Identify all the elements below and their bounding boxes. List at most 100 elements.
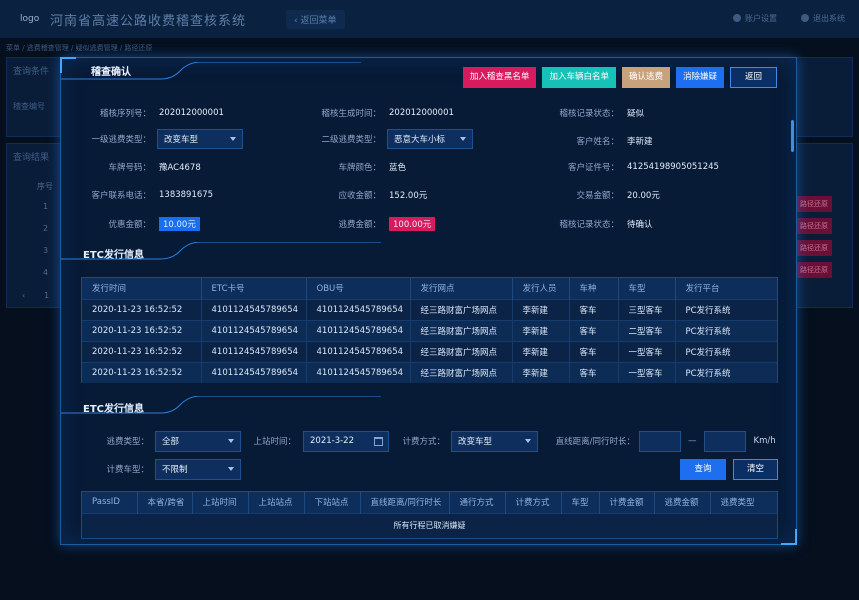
table-cell: 2020-11-23 16:52:52 bbox=[82, 340, 202, 362]
distance-from-input[interactable] bbox=[639, 430, 681, 452]
column-header: 本省/跨省 bbox=[137, 492, 193, 513]
distance-to-input[interactable] bbox=[703, 430, 746, 452]
table-cell: 一型客车 bbox=[618, 340, 676, 362]
audit-seq-field: 稽核序列号： 202012000001 bbox=[61, 104, 224, 122]
bg-path-restore-button[interactable]: 路径还原 bbox=[796, 218, 832, 234]
audit-seq-value: 202012000001 bbox=[159, 108, 224, 118]
table-row[interactable]: 2020-11-23 16:52:52 4101124545789654 410… bbox=[82, 361, 777, 383]
table-cell: 4101124545789654 bbox=[201, 340, 307, 362]
bg-page-number[interactable]: 1 bbox=[44, 291, 49, 300]
breadcrumb: 菜单 / 逃费稽查管理 / 疑似逃费管理 / 路径还原 bbox=[6, 44, 153, 52]
table-cell: 4101124545789654 bbox=[306, 319, 411, 341]
column-header: 车型 bbox=[618, 278, 676, 299]
board-time-label: 上站时间： bbox=[253, 437, 296, 447]
customer-name-field: 客户姓名： 李新建 bbox=[527, 132, 653, 150]
back-to-menu-button[interactable]: ‹ 返回菜单 bbox=[286, 9, 345, 29]
confirm-evasion-button[interactable]: 确认逃费 bbox=[621, 67, 670, 88]
table-cell: 客车 bbox=[569, 340, 619, 362]
charge-mode-filter: 计费方式： 改变车型 bbox=[395, 430, 538, 452]
logout-link[interactable]: 退出系统 bbox=[801, 13, 845, 24]
discount-label: 优惠金额： bbox=[108, 220, 151, 230]
record-status2-value: 待确认 bbox=[627, 220, 653, 230]
table-cell: 三型客车 bbox=[618, 298, 676, 320]
table-cell: 李新建 bbox=[512, 298, 570, 320]
bg-path-restore-button[interactable]: 路径还原 bbox=[796, 196, 832, 212]
add-to-whitelist-button[interactable]: 加入车辆白名单 bbox=[542, 67, 616, 88]
evade-type2-label: 二级逃费类型： bbox=[321, 135, 381, 145]
table-cell: 4101124545789654 bbox=[201, 298, 307, 320]
charge-mode-value: 改变车型 bbox=[458, 437, 493, 447]
title-underline bbox=[61, 62, 361, 80]
due-amount-label: 应收金额： bbox=[338, 191, 381, 201]
charge-mode-select[interactable]: 改变车型 bbox=[451, 430, 538, 452]
table-row[interactable]: 2020-11-23 16:52:52 4101124545789654 410… bbox=[82, 340, 777, 362]
query-button[interactable]: 查询 bbox=[680, 459, 726, 480]
board-time-value: 2021-3-22 bbox=[310, 436, 354, 446]
plate-label: 车牌号码： bbox=[108, 163, 151, 173]
evade-type2-select[interactable]: 恶意大车小标 bbox=[387, 129, 473, 149]
phone-label: 客户联系电话： bbox=[91, 191, 151, 201]
evade-amount-badge: 100.00元 bbox=[389, 217, 436, 231]
range-separator: — bbox=[688, 436, 697, 446]
audit-confirm-dialog: 稽查确认 加入稽查黑名单 加入车辆白名单 确认逃费 消除嫌疑 返回 稽核序列号：… bbox=[60, 57, 797, 545]
back-to-menu-label: 返回菜单 bbox=[300, 15, 337, 26]
table-cell: 客车 bbox=[569, 361, 619, 383]
column-header: OBU号 bbox=[306, 278, 411, 299]
customer-name-value: 李新建 bbox=[627, 137, 653, 147]
chevron-down-icon bbox=[228, 438, 234, 443]
record-status-label: 稽核记录状态： bbox=[559, 109, 619, 119]
table-cell: 经三路财富广场网点 bbox=[410, 319, 513, 341]
column-header: 车种 bbox=[569, 278, 619, 299]
column-header: 通行方式 bbox=[449, 492, 506, 513]
bg-row-num: 2 bbox=[43, 224, 49, 233]
plate-color-value: 蓝色 bbox=[389, 163, 407, 173]
plate-field: 车牌号码： 豫AC4678 bbox=[61, 158, 200, 176]
discount-field: 优惠金额： 10.00元 bbox=[61, 215, 200, 233]
add-to-blacklist-button[interactable]: 加入稽查黑名单 bbox=[462, 67, 537, 88]
evade-amount-field: 逃费金额： 100.00元 bbox=[291, 215, 436, 233]
evade-type1-label: 一级逃费类型： bbox=[91, 135, 151, 145]
vehicle-type-select[interactable]: 不限制 bbox=[155, 458, 241, 480]
evade-type-filter: 逃费类型： 全部 bbox=[61, 430, 241, 452]
table-cell: PC发行系统 bbox=[675, 340, 777, 362]
table-cell: 4101124545789654 bbox=[201, 361, 307, 383]
column-header: 直线距离/同行时长 bbox=[360, 492, 450, 513]
bg-prev-page[interactable]: ‹ bbox=[22, 291, 25, 300]
audit-seq-label: 稽核序列号： bbox=[99, 109, 151, 119]
evade-type2-value: 恶意大车小标 bbox=[394, 135, 446, 145]
table-cell: 4101124545789654 bbox=[306, 361, 411, 383]
table-row[interactable]: 2020-11-23 16:52:52 4101124545789654 410… bbox=[82, 319, 777, 341]
distance-label: 直线距离/同行时长： bbox=[555, 437, 635, 447]
evade-type-select[interactable]: 全部 bbox=[155, 430, 241, 452]
table-row[interactable]: 2020-11-23 16:52:52 4101124545789654 410… bbox=[82, 298, 777, 320]
column-header: 发行人员 bbox=[512, 278, 570, 299]
evade-amount-label: 逃费金额： bbox=[338, 220, 381, 230]
user-settings-link[interactable]: 账户设置 bbox=[733, 13, 777, 24]
evade-type1-select[interactable]: 改变车型 bbox=[157, 129, 243, 149]
evade-type2-field: 二级逃费类型： 恶意大车小标 bbox=[291, 129, 473, 149]
etc-section-underline bbox=[61, 242, 381, 260]
table-cell: 二型客车 bbox=[618, 319, 676, 341]
reset-button[interactable]: 清空 bbox=[733, 459, 778, 480]
column-header: 逃费金额 bbox=[654, 492, 711, 513]
bg-path-restore-button[interactable]: 路径还原 bbox=[796, 240, 832, 256]
board-time-filter: 上站时间： 2021-3-22 bbox=[251, 430, 389, 452]
chevron-down-icon bbox=[228, 466, 234, 471]
board-time-input[interactable]: 2021-3-22 bbox=[303, 430, 389, 452]
table-cell: 4101124545789654 bbox=[306, 298, 411, 320]
logo: logo bbox=[20, 14, 40, 24]
vehicle-type-value: 不限制 bbox=[162, 465, 188, 475]
gen-time-label: 稽核生成时间： bbox=[321, 109, 381, 119]
scrollbar[interactable] bbox=[791, 120, 794, 152]
table-cell: 4101124545789654 bbox=[201, 319, 307, 341]
table-cell: 2020-11-23 16:52:52 bbox=[82, 319, 202, 341]
gen-time-value: 202012000001 bbox=[389, 108, 454, 118]
column-header: 计费金额 bbox=[599, 492, 655, 513]
table-cell: 李新建 bbox=[512, 319, 570, 341]
column-header: 上站站点 bbox=[248, 492, 305, 513]
bg-path-restore-button[interactable]: 路径还原 bbox=[796, 262, 832, 278]
unit-label: Km/h bbox=[753, 436, 776, 446]
clear-suspicion-button[interactable]: 消除嫌疑 bbox=[675, 67, 724, 88]
column-header: ETC卡号 bbox=[201, 278, 307, 299]
back-button[interactable]: 返回 bbox=[729, 67, 777, 88]
